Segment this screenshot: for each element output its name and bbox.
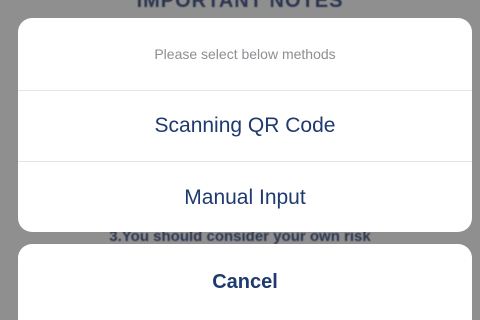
cancel-button[interactable]: Cancel <box>18 244 472 320</box>
background-page-heading: IMPORTANT NOTES <box>136 0 344 12</box>
scan-qr-code-button[interactable]: Scanning QR Code <box>18 91 472 162</box>
action-sheet-title: Please select below methods <box>18 18 472 91</box>
action-sheet: Please select below methods Scanning QR … <box>18 18 472 232</box>
manual-input-button[interactable]: Manual Input <box>18 162 472 232</box>
